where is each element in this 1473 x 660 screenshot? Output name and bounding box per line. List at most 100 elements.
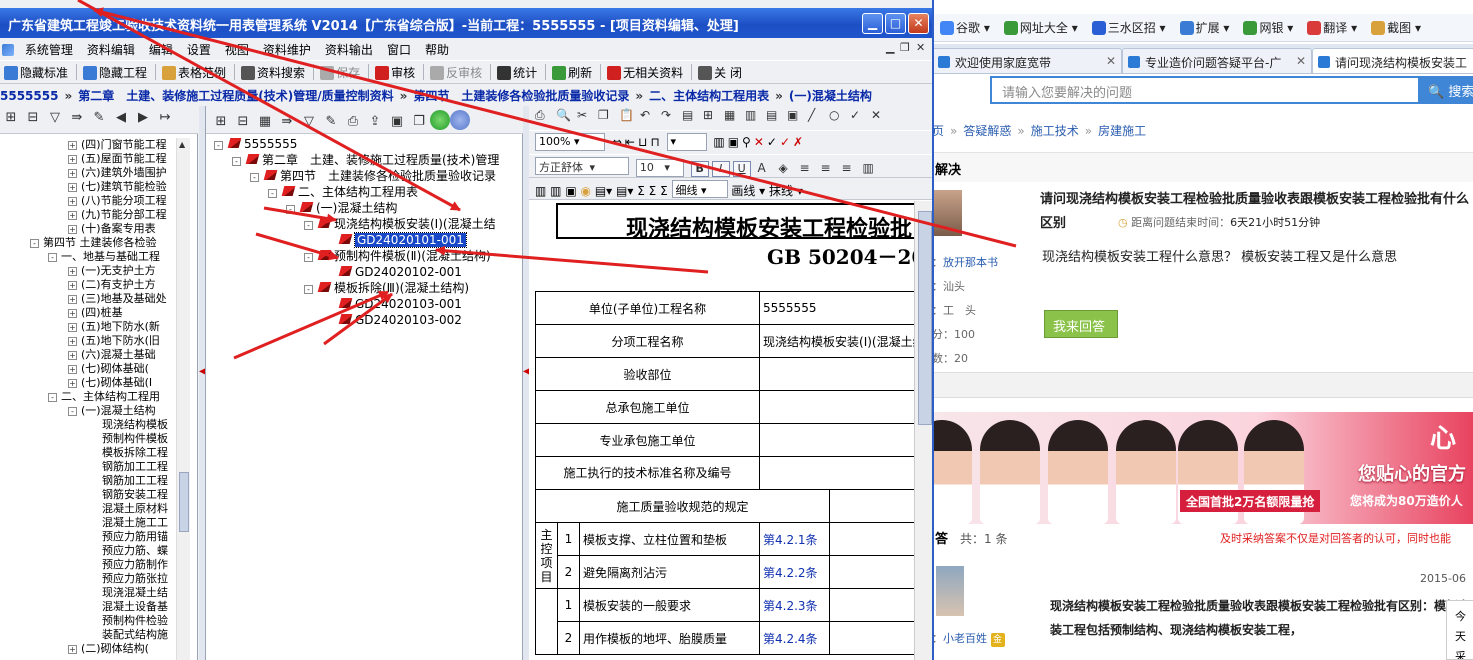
toolbar-button[interactable]: 审核: [371, 61, 421, 81]
expand-icon[interactable]: +: [68, 141, 77, 150]
expand-icon[interactable]: +: [68, 155, 77, 164]
tree-node[interactable]: + (七)建筑节能检验: [68, 180, 167, 194]
form-icon[interactable]: ▤▾: [616, 184, 633, 198]
jump-icon[interactable]: ↦: [154, 110, 176, 125]
item-clause[interactable]: 第4.2.1条: [759, 522, 831, 556]
check-icon[interactable]: ✓: [850, 108, 868, 122]
toolbar-button[interactable]: 表格范例: [158, 61, 232, 81]
tree-node[interactable]: - 第四节 土建装修各检验批质量验收记录: [250, 168, 496, 184]
stamp-icon[interactable]: ▣: [565, 184, 576, 198]
align-left-icon[interactable]: ≡: [799, 161, 817, 175]
expand-icon[interactable]: +: [68, 169, 77, 178]
underline-button[interactable]: U: [732, 161, 751, 177]
answerer-avatar[interactable]: [936, 566, 964, 616]
collapse-icon[interactable]: -: [232, 157, 241, 166]
toolbar-button[interactable]: 保存: [316, 61, 366, 81]
image-icon[interactable]: ▣: [386, 114, 408, 129]
tree-node[interactable]: + (十)备案专用表: [68, 222, 156, 236]
tree-node[interactable]: 预应力筋用锚: [102, 530, 168, 544]
form-row-value[interactable]: [759, 456, 914, 490]
collapse-icon[interactable]: -: [304, 253, 313, 262]
menu-item[interactable]: 视图: [218, 38, 256, 58]
expand-icon[interactable]: +: [68, 225, 77, 234]
tree-node[interactable]: 现浇结构模板: [102, 418, 168, 432]
column-icon[interactable]: ▥: [745, 108, 763, 122]
bookmark-3[interactable]: 扩展 ▾: [1179, 19, 1229, 36]
answerer-name[interactable]: 小老百姓: [943, 632, 987, 645]
align-center-icon[interactable]: ≡: [820, 161, 838, 175]
toolbar-button[interactable]: 隐藏工程: [79, 61, 153, 81]
tree-node[interactable]: - 预制构件模板(Ⅱ)(混凝土结构): [304, 248, 491, 264]
floating-panel[interactable]: 今天 采纳: [1446, 600, 1473, 660]
close-button[interactable]: ✕: [908, 13, 929, 34]
path-segment[interactable]: 第四节 土建装修各检验批质量验收记录: [413, 89, 629, 103]
question-search-input[interactable]: 请输入您要解决的问题: [990, 76, 1420, 104]
tree-node[interactable]: 预制构件模板: [102, 432, 168, 446]
mdi-minimize-icon[interactable]: ▁: [886, 41, 894, 54]
go-icon[interactable]: [430, 110, 450, 130]
answer-button[interactable]: 我来回答: [1044, 310, 1118, 338]
form-cell[interactable]: [829, 489, 914, 523]
font-color-icon[interactable]: A: [757, 161, 775, 175]
expand-icon[interactable]: +: [68, 323, 77, 332]
tree-node[interactable]: GD24020102-001: [338, 264, 462, 280]
collapse-icon[interactable]: -: [250, 173, 259, 182]
breadcrumb-link[interactable]: 答疑解惑: [963, 124, 1011, 138]
table-icon[interactable]: ▦: [724, 108, 742, 122]
print-icon[interactable]: ⎙: [342, 114, 364, 129]
filter-icon[interactable]: ▽: [298, 114, 320, 129]
tree-node[interactable]: + (七)砌体基础(: [68, 362, 149, 376]
form-cell[interactable]: [829, 555, 914, 589]
reject-icon[interactable]: ✗: [793, 135, 803, 149]
expand-icon[interactable]: +: [68, 183, 77, 192]
expand-icon[interactable]: +: [68, 267, 77, 276]
collapse-icon[interactable]: -: [286, 205, 295, 214]
form-row-value[interactable]: [759, 390, 914, 424]
browser-tab[interactable]: 专业造价问题答疑平台-广 ✕: [1122, 48, 1312, 73]
arrow-right-icon[interactable]: ⇛: [276, 114, 298, 129]
tree-node[interactable]: 预应力筋制作: [102, 558, 168, 572]
asker-avatar[interactable]: [932, 190, 962, 236]
sum-icon[interactable]: Σ: [637, 184, 645, 198]
ad-banner[interactable]: 心 您贴心的官方 全国首批2万名额限量抢 您将成为80万造价人: [932, 412, 1473, 524]
row-icon[interactable]: ▤: [766, 108, 784, 122]
tree-node[interactable]: + (一)无支护土方: [68, 264, 156, 278]
close-tab-icon[interactable]: ✕: [1106, 54, 1116, 68]
cut-icon[interactable]: ✂: [577, 108, 595, 122]
form-scrollbar[interactable]: [914, 201, 932, 660]
tree-node[interactable]: 预应力筋、蝶: [102, 544, 168, 558]
collapse-icon[interactable]: -: [214, 141, 223, 150]
fit-icon[interactable]: ⇔: [612, 135, 622, 149]
tree-node[interactable]: GD24020103-002: [338, 312, 462, 328]
menu-item[interactable]: 帮助: [418, 38, 456, 58]
expand-icon[interactable]: +: [68, 337, 77, 346]
menu-item[interactable]: 资料输出: [318, 38, 380, 58]
expand-icon[interactable]: +: [68, 281, 77, 290]
path-segment[interactable]: 二、主体结构工程用表: [649, 89, 769, 103]
tree-node[interactable]: 钢筋加工工程: [102, 460, 168, 474]
arrow-right-icon[interactable]: ⇛: [66, 110, 88, 125]
form-cell[interactable]: [829, 588, 914, 622]
item-clause[interactable]: 第4.2.2条: [759, 555, 831, 589]
redo-icon[interactable]: ↷: [661, 108, 679, 122]
minimize-button[interactable]: ▁: [862, 13, 883, 34]
expand-icon[interactable]: +: [68, 295, 77, 304]
tree-node[interactable]: + (六)混凝土基础: [68, 348, 156, 362]
stop-icon[interactable]: [450, 110, 470, 130]
align-icon[interactable]: ⇤: [625, 135, 635, 149]
edit-icon[interactable]: ✎: [88, 110, 110, 125]
toolbar-button[interactable]: 无相关资料: [603, 61, 689, 81]
bookmark-6[interactable]: 截图 ▾: [1371, 19, 1421, 36]
tree-node[interactable]: + (八)节能分项工程: [68, 194, 167, 208]
bold-button[interactable]: B: [690, 161, 709, 177]
toolbar-button[interactable]: 隐藏标准: [0, 61, 74, 81]
tree-node[interactable]: + (五)地下防水(旧: [68, 334, 160, 348]
toolbar-button[interactable]: 关 闭: [694, 61, 748, 81]
expand-icon[interactable]: ⊞: [0, 110, 22, 125]
scroll-thumb[interactable]: [918, 211, 932, 425]
path-segment[interactable]: (一)混凝土结构: [789, 89, 872, 103]
form-cell[interactable]: [829, 621, 914, 655]
search-button[interactable]: 🔍 搜索: [1418, 76, 1473, 104]
expand-icon[interactable]: +: [68, 379, 77, 388]
menu-item[interactable]: 设置: [180, 38, 218, 58]
